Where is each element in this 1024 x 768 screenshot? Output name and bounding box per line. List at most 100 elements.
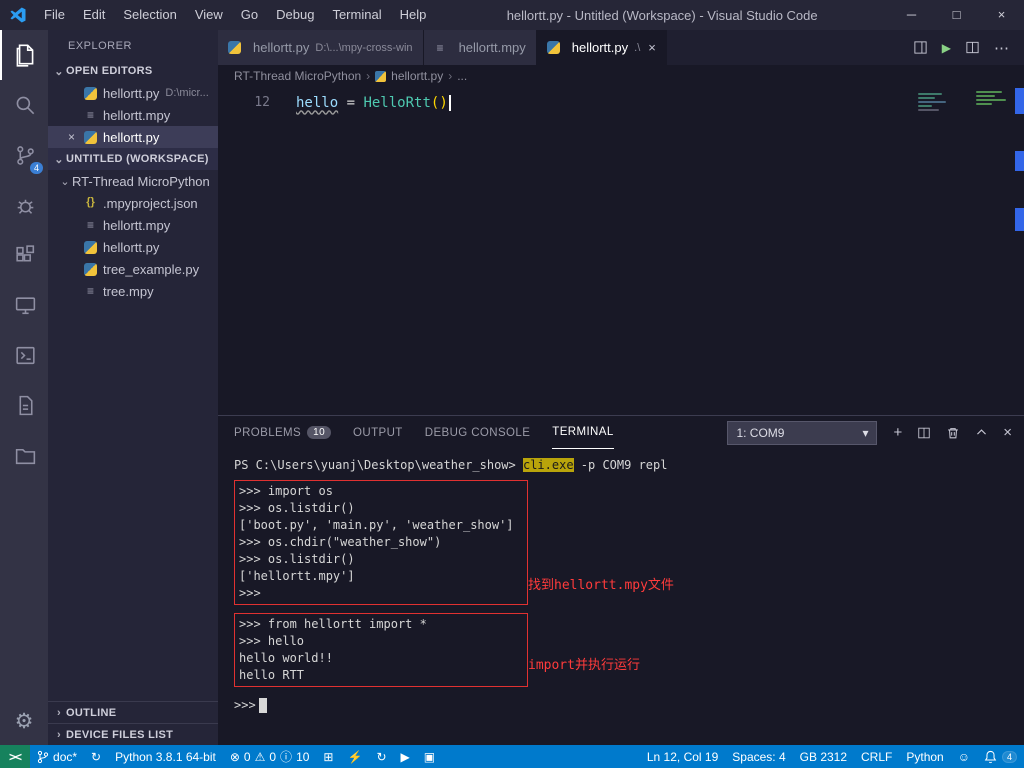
maximize-panel-icon[interactable] — [975, 426, 988, 439]
split-terminal-icon[interactable] — [917, 426, 931, 440]
terminal-label: TERMINAL — [552, 426, 613, 438]
device-folder-icon[interactable] — [0, 430, 48, 480]
menu-selection[interactable]: Selection — [114, 0, 185, 30]
open-editor-hellortt-mpy[interactable]: ≡ hellortt.mpy — [48, 104, 218, 126]
device-files-list-section[interactable]: › DEVICE FILES LIST — [48, 723, 218, 745]
code-operator: = — [338, 95, 363, 111]
maximize-button[interactable]: □ — [934, 0, 979, 30]
menu-debug[interactable]: Debug — [267, 0, 323, 30]
explorer-icon[interactable] — [0, 30, 48, 80]
open-editor-label: hellortt.mpy — [103, 108, 170, 123]
tab-output[interactable]: OUTPUT — [353, 416, 403, 449]
flash-download-icon[interactable]: ⚡ — [340, 745, 369, 768]
run-icon[interactable]: ▶ — [394, 745, 417, 768]
feedback-smiley-icon[interactable]: ☺ — [951, 745, 977, 768]
mpy-file-icon: ≡ — [434, 41, 447, 55]
cursor-position-item[interactable]: Ln 12, Col 19 — [640, 745, 725, 768]
annotation-text-2: import并执行运行 — [528, 657, 640, 674]
report-file-icon[interactable] — [0, 380, 48, 430]
open-editors-label: OPEN EDITORS — [66, 65, 153, 77]
notifications-bell-item[interactable]: 4 — [977, 745, 1024, 768]
terminal-line: ['boot.py', 'main.py', 'weather_show'] — [239, 517, 523, 534]
tab-terminal[interactable]: TERMINAL — [552, 416, 613, 449]
chevron-down-icon: ▾ — [862, 426, 868, 440]
menu-go[interactable]: Go — [232, 0, 267, 30]
debug-icon[interactable] — [0, 180, 48, 230]
terminal-selector[interactable]: 1: COM9 ▾ — [727, 421, 877, 445]
menu-view[interactable]: View — [186, 0, 232, 30]
more-actions-icon[interactable]: ⋯ — [994, 39, 1010, 57]
minimize-button[interactable]: ─ — [889, 0, 934, 30]
refresh-icon[interactable]: ↻ — [369, 745, 393, 768]
annotation-box-1: >>> import os >>> os.listdir() ['boot.py… — [234, 480, 528, 605]
sync-icon[interactable]: ↻ — [84, 745, 108, 768]
vscode-logo-icon — [9, 6, 27, 24]
file-hellortt-mpy[interactable]: ≡ hellortt.mpy — [48, 214, 218, 236]
indentation-item[interactable]: Spaces: 4 — [725, 745, 792, 768]
file-hellortt-py[interactable]: hellortt.py — [48, 236, 218, 258]
search-icon[interactable] — [0, 80, 48, 130]
encoding-item[interactable]: GB 2312 — [793, 745, 854, 768]
menu-edit[interactable]: Edit — [74, 0, 114, 30]
menu-help[interactable]: Help — [391, 0, 436, 30]
code-editor[interactable]: 12 hello = HelloRtt() — [218, 87, 1024, 415]
open-editor-hellortt-py-1[interactable]: hellortt.py D:\micr... — [48, 82, 218, 104]
workspace-header[interactable]: ⌄ UNTITLED (WORKSPACE) — [48, 148, 218, 170]
chevron-right-icon: › — [448, 69, 452, 83]
run-file-icon[interactable]: ▶ — [942, 41, 951, 55]
tab-debug-console[interactable]: DEBUG CONSOLE — [425, 416, 531, 449]
remote-device-icon[interactable] — [0, 280, 48, 330]
source-control-icon[interactable]: 4 — [0, 130, 48, 180]
mpy-file-icon: ≡ — [84, 284, 97, 298]
breadcrumb-symbol[interactable]: ... — [457, 69, 467, 83]
tab-problems[interactable]: PROBLEMS 10 — [234, 416, 331, 449]
settings-gear-icon[interactable]: ⚙ — [0, 697, 48, 745]
terminal-line: >>> os.chdir("weather_show") — [239, 534, 523, 551]
file-tree-example-py[interactable]: tree_example.py — [48, 258, 218, 280]
breadcrumb-folder[interactable]: RT-Thread MicroPython — [234, 69, 361, 83]
open-editor-label: hellortt.py — [103, 86, 159, 101]
file-label: .mpyproject.json — [103, 196, 198, 211]
terminal-line: ['hellortt.mpy'] — [239, 568, 523, 585]
menu-file[interactable]: File — [35, 0, 74, 30]
breadcrumb-file[interactable]: hellortt.py — [391, 69, 443, 83]
tab-hellortt-py-crosswin[interactable]: hellortt.py D:\...\mpy-cross-win — [218, 30, 424, 65]
add-device-icon[interactable]: ⊞ — [316, 745, 340, 768]
error-icon: ⊗ — [230, 750, 240, 764]
close-icon[interactable]: × — [648, 40, 656, 55]
problems-summary-item[interactable]: ⊗ 0 ⚠ 0 ⓘ 10 — [223, 745, 317, 768]
terminal-selector-value: 1: COM9 — [736, 426, 784, 440]
folder-rt-thread-micropython[interactable]: ⌄ RT-Thread MicroPython — [48, 170, 218, 192]
stop-icon[interactable]: ▣ — [417, 745, 442, 768]
split-editor-icon[interactable] — [913, 40, 928, 55]
layout-columns-icon[interactable] — [965, 40, 980, 55]
extensions-icon[interactable] — [0, 230, 48, 280]
tab-hellortt-py-active[interactable]: hellortt.py .\ × — [537, 30, 667, 65]
close-icon[interactable]: × — [68, 130, 84, 144]
file-tree-mpy[interactable]: ≡ tree.mpy — [48, 280, 218, 302]
tab-hellortt-mpy[interactable]: ≡ hellortt.mpy — [424, 30, 537, 65]
python-interpreter-item[interactable]: Python 3.8.1 64-bit — [108, 745, 223, 768]
terminal-box-icon[interactable] — [0, 330, 48, 380]
language-mode-item[interactable]: Python — [899, 745, 950, 768]
file-mpyproject-json[interactable]: {} .mpyproject.json — [48, 192, 218, 214]
close-panel-icon[interactable]: × — [1003, 424, 1012, 441]
remote-indicator[interactable]: >< — [0, 745, 30, 768]
sidebar-title: EXPLORER — [48, 30, 218, 60]
new-terminal-icon[interactable]: + — [893, 424, 902, 441]
overview-ruler-mark — [1015, 151, 1024, 171]
kill-terminal-trash-icon[interactable] — [946, 426, 960, 440]
open-editor-hellortt-py-2-active[interactable]: × hellortt.py — [48, 126, 218, 148]
text-cursor — [449, 95, 451, 111]
terminal-output[interactable]: PS C:\Users\yuanj\Desktop\weather_show> … — [218, 449, 1024, 745]
close-button[interactable]: × — [979, 0, 1024, 30]
eol-item[interactable]: CRLF — [854, 745, 899, 768]
tab-label: hellortt.mpy — [459, 40, 526, 55]
outline-section[interactable]: › OUTLINE — [48, 701, 218, 723]
error-count: 0 — [244, 750, 251, 764]
open-editors-header[interactable]: ⌄ OPEN EDITORS — [48, 60, 218, 82]
menu-terminal[interactable]: Terminal — [323, 0, 390, 30]
python-file-icon — [84, 131, 97, 144]
minimap[interactable] — [918, 90, 1008, 130]
git-branch-item[interactable]: doc* — [30, 745, 84, 768]
